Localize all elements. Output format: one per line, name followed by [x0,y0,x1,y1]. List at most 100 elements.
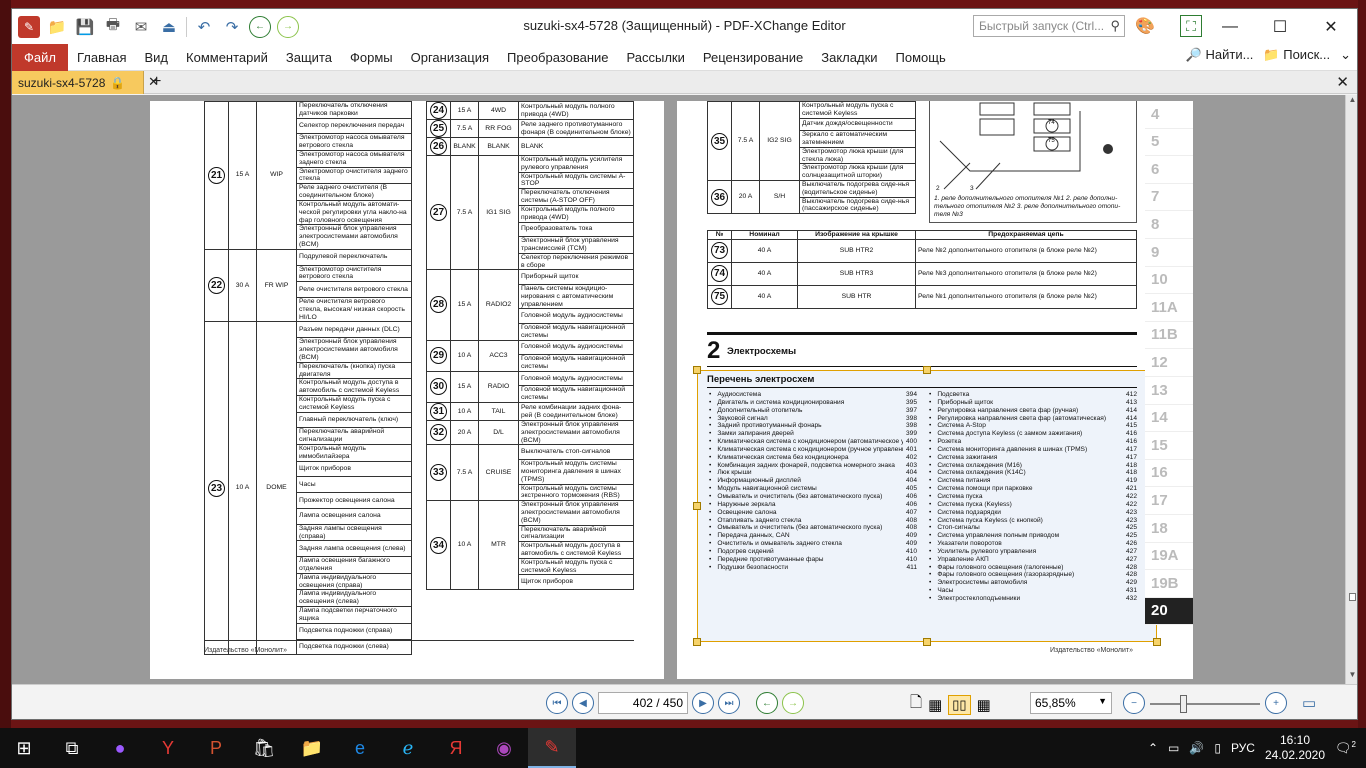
single-page-icon[interactable]: 🗋 [910,692,922,717]
zoom-in-button[interactable]: + [1265,692,1287,714]
powerpoint-icon[interactable]: P [192,728,240,768]
selection-handle[interactable] [693,366,701,374]
next-page-button[interactable]: ▶ [692,692,714,714]
page-layout-icon[interactable]: ▭ [1302,694,1316,712]
tray-chevron-icon[interactable]: ⌃ [1148,741,1158,755]
undo-icon[interactable]: ↶ [193,16,215,38]
tab-document[interactable]: suzuki-sx4-5728 🔒 ✕ [12,71,159,94]
menu-item[interactable]: Рассылки [618,50,694,65]
chapter-tab[interactable]: 17 [1145,487,1193,515]
zoom-select[interactable]: 65,85% ▼ [1030,692,1112,714]
input-language[interactable]: РУС [1231,741,1255,755]
chapter-tab[interactable]: 19A [1145,542,1193,571]
chapter-tab[interactable]: 12 [1145,349,1193,377]
find-button[interactable]: 🔎 Найти... [1186,47,1254,63]
edge-icon[interactable]: e [336,728,384,768]
chapter-tab[interactable]: 11B [1145,321,1193,350]
close-all-tabs-icon[interactable]: ✕ [1336,73,1349,91]
back-view-button[interactable]: ← [249,15,271,38]
selection-handle[interactable] [693,638,701,646]
scroll-thumb[interactable] [1349,593,1356,601]
chapter-tab[interactable]: 5 [1145,128,1193,157]
selection-frame[interactable] [697,370,1157,642]
page-number-input[interactable]: 402 / 450 [598,692,688,714]
redo-icon[interactable]: ↷ [221,16,243,38]
email-icon[interactable]: ✉ [130,16,152,38]
menu-item[interactable]: Защита [277,50,341,65]
zoom-slider-thumb[interactable] [1180,695,1187,713]
notifications-icon[interactable]: 🗨2 [1335,740,1356,756]
yandex-browser-icon[interactable]: Y [144,728,192,768]
first-page-button[interactable]: ⏮ [546,692,568,714]
chapter-tab[interactable]: 6 [1145,156,1193,184]
chapter-tab[interactable]: 4 [1145,101,1193,129]
menu-item[interactable]: Рецензирование [694,50,812,65]
prev-page-button[interactable]: ◀ [572,692,594,714]
scan-icon[interactable]: ⏏ [158,16,180,38]
chapter-tab[interactable]: 11A [1145,294,1193,322]
maximize-button[interactable]: ☐ [1257,9,1303,44]
fullscreen-icon[interactable]: ⛶ [1180,15,1202,37]
chapter-tab[interactable]: 16 [1145,459,1193,488]
task-view-icon[interactable]: ⧉ [48,728,96,768]
start-windows-icon[interactable]: ⊞ [0,728,48,768]
media-player-icon[interactable]: ◉ [480,728,528,768]
network-icon[interactable]: ▭ [1168,741,1179,755]
zoom-slider[interactable] [1150,703,1260,705]
menu-item[interactable]: Организация [402,50,498,65]
minimize-button[interactable]: — [1207,9,1253,44]
search-button[interactable]: 📁 Поиск... [1263,47,1330,63]
chapter-tab[interactable]: 20 [1145,597,1193,626]
print-icon[interactable]: 🖶 [102,16,124,38]
file-explorer-icon[interactable]: 📁 [288,728,336,768]
battery-icon[interactable]: ▯ [1214,741,1221,755]
alice-assistant-icon[interactable]: ● [96,728,144,768]
file-menu[interactable]: Файл [12,43,68,71]
yandex-icon[interactable]: Я [432,728,480,768]
quick-launch-search[interactable]: Быстрый запуск (Ctrl... ⚲ [973,15,1125,37]
vertical-scrollbar[interactable]: ▲ ▼ [1345,95,1357,684]
pdf-xchange-taskbar-icon[interactable]: ✎ [528,728,576,768]
chapter-tab[interactable]: 8 [1145,211,1193,239]
chapter-tab[interactable]: 14 [1145,404,1193,433]
facing-pages-icon[interactable]: ▯▯ [948,694,971,715]
facing-continuous-icon[interactable]: ▦ [977,696,991,714]
prev-view-button[interactable]: ← [756,692,778,714]
open-folder-icon[interactable]: 📁 [46,16,68,38]
internet-explorer-icon[interactable]: ℯ [384,728,432,768]
selection-handle[interactable] [923,366,931,374]
menu-item[interactable]: Формы [341,50,402,65]
chapter-tab[interactable]: 10 [1145,266,1193,295]
menu-item[interactable]: Помощь [887,50,955,65]
next-view-button[interactable]: → [782,692,804,714]
continuous-icon[interactable]: ▦ [928,696,942,714]
selection-handle[interactable] [693,502,701,510]
scroll-down-arrow[interactable]: ▼ [1346,670,1357,684]
close-window-button[interactable]: ✕ [1308,9,1354,44]
save-icon[interactable]: 💾 [74,16,96,38]
selection-handle[interactable] [923,638,931,646]
scroll-up-arrow[interactable]: ▲ [1346,95,1357,109]
store-icon[interactable]: 🛍 [240,728,288,768]
menu-item[interactable]: Вид [135,50,177,65]
volume-icon[interactable]: 🔊 [1189,741,1204,755]
ribbon-collapse-icon[interactable]: ⌄ [1340,47,1351,63]
menu-item[interactable]: Главная [68,50,135,65]
last-page-button[interactable]: ⏭ [718,692,740,714]
document-viewer[interactable]: 21 15 A WIP Переключатель отключения датчик… [12,95,1357,684]
menu-item[interactable]: Преобразование [498,50,618,65]
selection-handle[interactable] [1153,638,1161,646]
chapter-tab[interactable]: 7 [1145,183,1193,212]
menu-item[interactable]: Закладки [812,50,886,65]
new-tab-icon[interactable]: + [152,73,161,91]
chapter-tab[interactable]: 15 [1145,432,1193,460]
chapter-tab[interactable]: 18 [1145,514,1193,543]
chapter-tab[interactable]: 13 [1145,376,1193,405]
zoom-out-button[interactable]: − [1123,692,1145,714]
clock[interactable]: 16:10 24.02.2020 [1265,733,1325,763]
menu-item[interactable]: Комментарий [177,50,277,65]
chapter-tab[interactable]: 19B [1145,570,1193,598]
forward-view-button[interactable]: → [277,15,299,38]
chapter-tab[interactable]: 9 [1145,238,1193,267]
ui-options-icon[interactable]: 🎨 [1135,16,1155,36]
